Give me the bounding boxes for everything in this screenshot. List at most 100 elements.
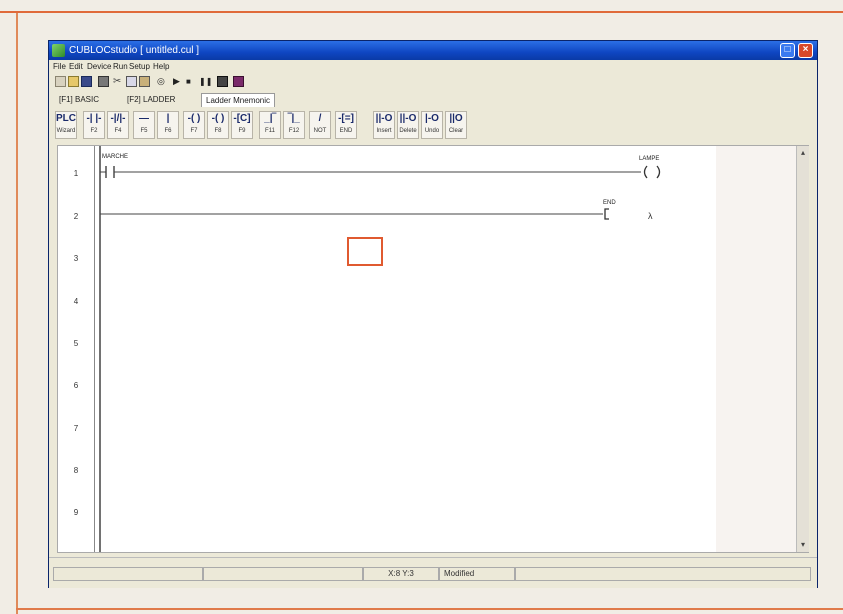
window-title: CUBLOCstudio [ untitled.cul ] bbox=[69, 45, 200, 56]
insert-button[interactable]: ||-O Insert bbox=[373, 111, 395, 139]
copy-icon[interactable] bbox=[126, 76, 137, 87]
editor-right-margin bbox=[716, 146, 796, 552]
find-icon[interactable]: ◎ bbox=[157, 76, 168, 87]
instr-key: F8 bbox=[214, 128, 222, 134]
new-file-icon[interactable] bbox=[55, 76, 66, 87]
status-position: X:8 Y:3 bbox=[363, 567, 439, 581]
lampe-coil-icon bbox=[643, 165, 648, 179]
cursor-glyph-icon: λ bbox=[648, 211, 653, 221]
print-icon[interactable] bbox=[98, 76, 109, 87]
menu-edit[interactable]: Edit bbox=[69, 60, 83, 73]
app-icon bbox=[52, 44, 65, 57]
plc-wizard-button[interactable]: PLC Wizard bbox=[55, 111, 77, 139]
instr-key: Wizard bbox=[56, 128, 76, 134]
nc-contact-button[interactable]: -|/|- F4 bbox=[107, 111, 129, 139]
end-label: END bbox=[603, 200, 616, 206]
instr-symbol: -|/|- bbox=[110, 113, 126, 124]
end-bracket-icon bbox=[604, 208, 609, 220]
menu-bar: File Edit Device Run Setup Help bbox=[49, 60, 817, 73]
instr-key: F4 bbox=[114, 128, 122, 134]
instr-symbol: -[C] bbox=[233, 113, 251, 124]
cut-icon[interactable]: ✂ bbox=[113, 76, 124, 87]
instr-key: END bbox=[339, 128, 353, 134]
save-icon[interactable] bbox=[81, 76, 92, 87]
editor-tabs: [F1] BASIC [F2] LADDER Ladder Mnemonic bbox=[49, 93, 817, 107]
debug-icon[interactable] bbox=[233, 76, 244, 87]
instr-key: Undo bbox=[424, 128, 440, 134]
vertical-line-button[interactable]: | F6 bbox=[157, 111, 179, 139]
delete-button[interactable]: ||-O Delete bbox=[397, 111, 419, 139]
menu-device[interactable]: Device bbox=[87, 60, 111, 73]
coil-button[interactable]: -( ) F7 bbox=[183, 111, 205, 139]
function-button[interactable]: -[C] F9 bbox=[231, 111, 253, 139]
instr-key: F12 bbox=[288, 128, 300, 134]
scroll-down-icon[interactable]: ▾ bbox=[798, 540, 808, 550]
cell-cursor[interactable] bbox=[347, 237, 383, 266]
app-window: CUBLOCstudio [ untitled.cul ] □ × File E… bbox=[48, 40, 818, 588]
instr-symbol: ||O bbox=[449, 113, 463, 124]
undo-button[interactable]: |-O Undo bbox=[421, 111, 443, 139]
instr-symbol: | bbox=[166, 113, 170, 124]
tab-ladder[interactable]: [F2] LADDER bbox=[123, 93, 179, 107]
instr-key: Delete bbox=[399, 128, 417, 134]
instr-key: NOT bbox=[313, 128, 327, 134]
menu-file[interactable]: File bbox=[53, 60, 66, 73]
status-modified: Modified bbox=[439, 567, 515, 581]
pause-icon[interactable]: ❚❚ bbox=[199, 76, 212, 87]
lampe-label: LAMPE bbox=[639, 156, 659, 162]
coil-not-button[interactable]: -( ) F8 bbox=[207, 111, 229, 139]
maximize-button[interactable]: □ bbox=[780, 43, 795, 58]
photo-border-top bbox=[0, 11, 843, 13]
instr-symbol: -[=] bbox=[338, 113, 354, 124]
title-bar[interactable]: CUBLOCstudio [ untitled.cul ] □ × bbox=[49, 41, 817, 60]
status-pane-empty bbox=[203, 567, 363, 581]
status-pane-empty bbox=[53, 567, 203, 581]
horizontal-line-button[interactable]: — F5 bbox=[133, 111, 155, 139]
monitor-icon[interactable] bbox=[217, 76, 228, 87]
instr-key: F2 bbox=[90, 128, 98, 134]
rising-edge-button[interactable]: _|‾ F11 bbox=[259, 111, 281, 139]
instr-symbol: ||-O bbox=[375, 113, 393, 124]
instr-symbol: ||-O bbox=[399, 113, 417, 124]
menu-help[interactable]: Help bbox=[153, 60, 169, 73]
instr-symbol: ‾|_ bbox=[288, 113, 300, 124]
instr-key: F9 bbox=[238, 128, 246, 134]
status-pane-empty bbox=[515, 567, 811, 581]
menu-run[interactable]: Run bbox=[113, 60, 128, 73]
marche-label: MARCHE bbox=[102, 154, 128, 160]
instr-symbol: — bbox=[139, 113, 149, 124]
close-button[interactable]: × bbox=[798, 43, 813, 58]
paste-icon[interactable] bbox=[139, 76, 150, 87]
end-button[interactable]: -[=] END bbox=[335, 111, 357, 139]
instr-symbol: / bbox=[318, 113, 322, 124]
instr-symbol: |-O bbox=[425, 113, 439, 124]
tab-ladder-mnemonic[interactable]: Ladder Mnemonic bbox=[201, 93, 276, 107]
photo-border-bottom bbox=[16, 608, 843, 610]
ladder-diagram: MARCHE LAMPE END λ bbox=[99, 146, 661, 552]
not-button[interactable]: / NOT bbox=[309, 111, 331, 139]
photo-border-left bbox=[16, 13, 18, 614]
instr-symbol: -( ) bbox=[211, 113, 225, 124]
vertical-scrollbar[interactable]: ▴ ▾ bbox=[796, 146, 809, 552]
instr-key: F11 bbox=[265, 128, 275, 134]
instruction-toolbar: PLC Wizard -| |- F2 -|/|- F4 — F5 | F6 -( ) F7… bbox=[49, 109, 817, 143]
instr-key: Insert bbox=[376, 128, 392, 134]
instr-key: F6 bbox=[164, 128, 172, 134]
instr-symbol: -( ) bbox=[187, 113, 201, 124]
ladder-editor[interactable]: 1 2 3 4 5 6 7 8 9 MARCHE LAMPE END λ ▴ ▾ bbox=[57, 145, 809, 553]
tab-basic[interactable]: [F1] BASIC bbox=[55, 93, 103, 107]
open-folder-icon[interactable] bbox=[68, 76, 79, 87]
stop-icon[interactable]: ■ bbox=[186, 76, 197, 87]
status-bar: X:8 Y:3 Modified bbox=[49, 557, 817, 588]
icon-toolbar: ✂ ◎ ▶ ■ ❚❚ bbox=[49, 75, 817, 91]
falling-edge-button[interactable]: ‾|_ F12 bbox=[283, 111, 305, 139]
instr-key: Clear bbox=[448, 128, 464, 134]
run-icon[interactable]: ▶ bbox=[173, 76, 184, 87]
clear-button[interactable]: ||O Clear bbox=[445, 111, 467, 139]
menu-setup[interactable]: Setup bbox=[129, 60, 150, 73]
instr-symbol: -| |- bbox=[86, 113, 102, 124]
lampe-coil-icon bbox=[656, 165, 661, 179]
no-contact-button[interactable]: -| |- F2 bbox=[83, 111, 105, 139]
scroll-up-icon[interactable]: ▴ bbox=[798, 148, 808, 158]
instr-symbol: PLC bbox=[56, 113, 76, 124]
